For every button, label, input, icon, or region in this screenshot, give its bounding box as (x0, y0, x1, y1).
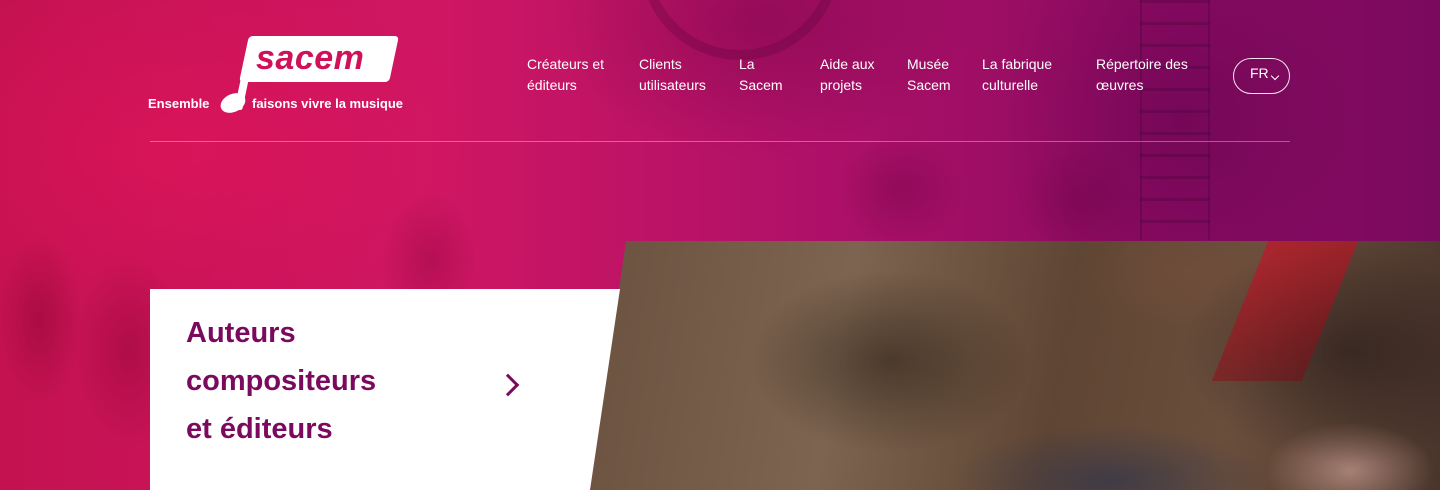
logo-wordmark: sacem (256, 39, 365, 77)
nav-item-label: Répertoire des (1096, 56, 1188, 72)
nav-item-label: La (739, 56, 755, 72)
nav-item-label: Sacem (739, 77, 783, 93)
nav-item-label: Sacem (907, 77, 951, 93)
chevron-right-icon (496, 373, 520, 397)
nav-item-fabrique-culturelle[interactable]: La fabrique culturelle (982, 54, 1052, 96)
auteurs-compositeurs-card[interactable]: Auteurs compositeurs et éditeurs (150, 289, 620, 490)
chevron-down-icon (1270, 71, 1280, 81)
nav-item-label: projets (820, 77, 863, 93)
header-divider (150, 141, 1290, 142)
logo-tagline-left: Ensemble (148, 96, 210, 111)
language-label: FR (1250, 65, 1269, 81)
card-title: Auteurs compositeurs et éditeurs (186, 309, 466, 453)
language-selector[interactable]: FR (1233, 58, 1290, 94)
logo-tagline-right: faisons vivre la musique (252, 96, 404, 111)
nav-item-label: Musée (907, 56, 950, 72)
nav-item-label: éditeurs (527, 77, 577, 93)
nav-item-musee-sacem[interactable]: Musée Sacem (907, 54, 951, 96)
card-title-line: Auteurs (186, 317, 296, 349)
card-title-line: et éditeurs (186, 413, 333, 445)
nav-item-label: La fabrique (982, 56, 1053, 72)
nav-item-la-sacem[interactable]: La Sacem (739, 54, 783, 96)
nav-item-repertoire-oeuvres[interactable]: Répertoire des œuvres (1096, 54, 1188, 96)
nav-item-label: culturelle (982, 77, 1039, 93)
nav-item-label: Créateurs et (527, 56, 605, 72)
stage-truss (1140, 0, 1210, 240)
nav-item-createurs-editeurs[interactable]: Créateurs et éditeurs (527, 54, 604, 96)
card-title-line: compositeurs (186, 365, 377, 397)
nav-item-label: utilisateurs (639, 77, 706, 93)
nav-item-label: Aide aux (820, 56, 875, 72)
nav-item-clients-utilisateurs[interactable]: Clients utilisateurs (639, 54, 706, 96)
nav-item-label: œuvres (1096, 77, 1144, 93)
nav-item-aide-aux-projets[interactable]: Aide aux projets (820, 54, 874, 96)
nav-item-label: Clients (639, 56, 682, 72)
sacem-logo[interactable]: sacem Ensemble faisons vivre la musique (148, 34, 420, 117)
